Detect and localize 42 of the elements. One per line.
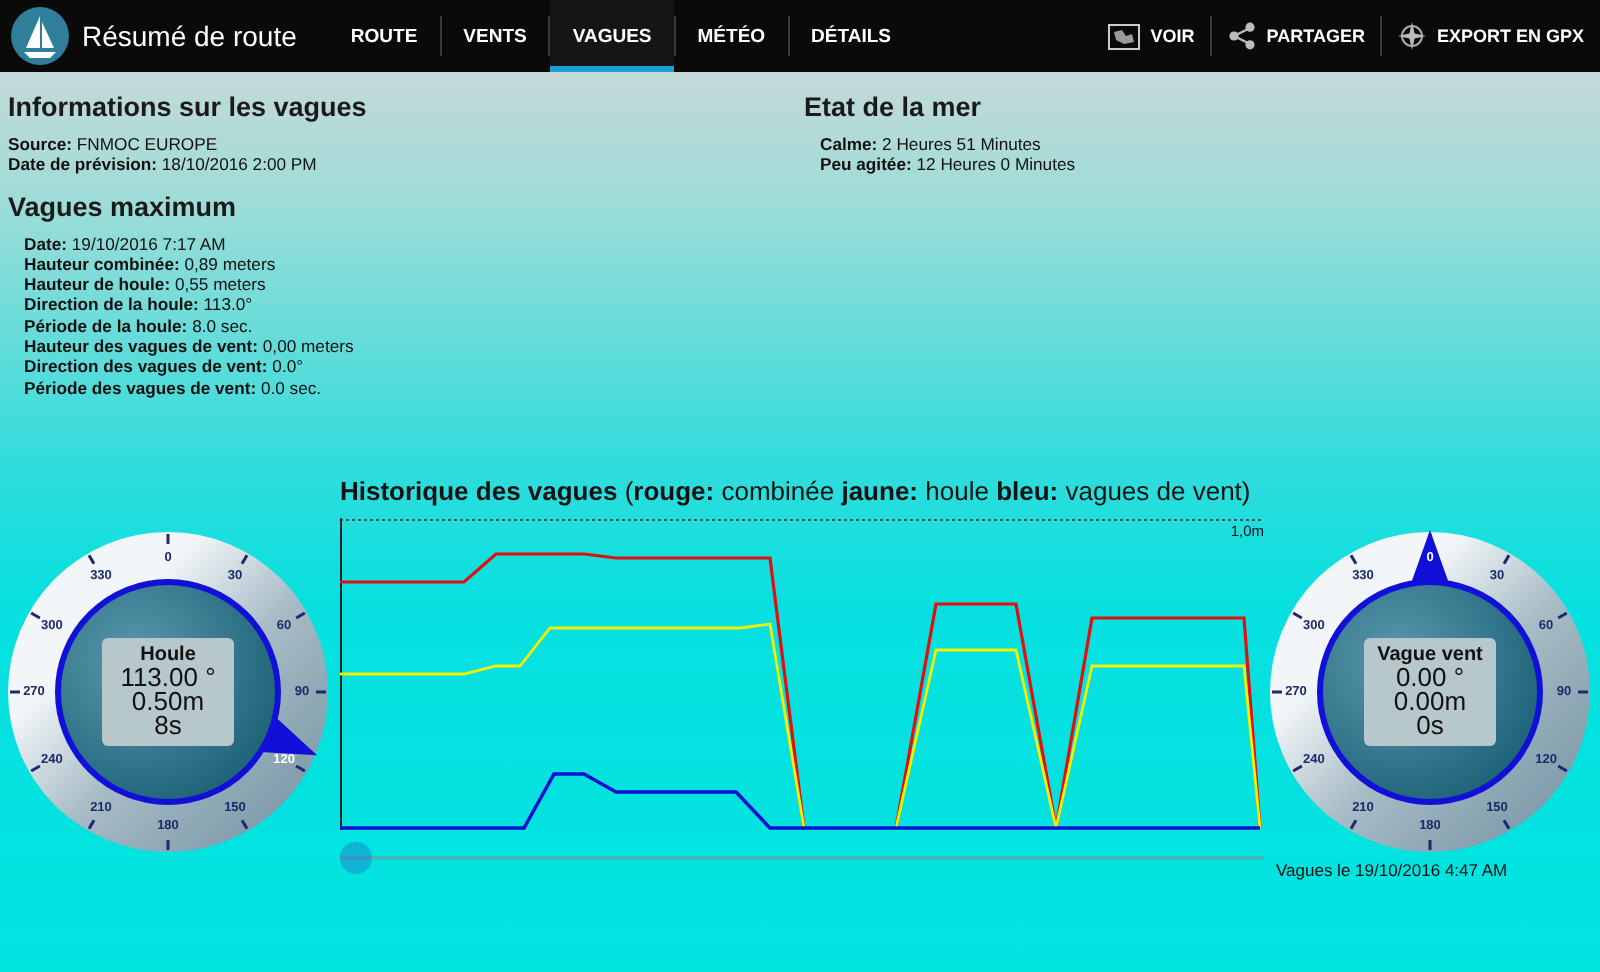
- toolbar-action[interactable]: EXPORT EN GPX: [1382, 0, 1600, 72]
- info-line: Source: FNMOC EUROPE: [8, 134, 220, 155]
- info-line: Date: 19/10/2016 7:17 AM: [24, 233, 228, 254]
- timestamp: Vagues le 19/10/2016 4:47 AM: [1276, 860, 1508, 880]
- tab[interactable]: DÉTAILS: [789, 0, 913, 72]
- action-label: VOIR: [1150, 26, 1195, 46]
- toolbar-action[interactable]: VOIR: [1092, 0, 1211, 72]
- dial-title: Houle: [140, 646, 196, 666]
- info-line: Date de prévision: 18/10/2016 2:00 PM: [8, 154, 319, 176]
- info-line: Peu agitée: 12 Heures 0 Minutes: [820, 154, 1078, 176]
- chart-title: Historique des vagues (rouge: combinée jaune: houle bleu: vagues de vent): [340, 476, 1253, 506]
- sailboat-logo-icon: [10, 6, 70, 66]
- share-icon: [1228, 22, 1257, 50]
- info-line: Hauteur des vagues de vent: 0,00 meters: [24, 336, 356, 357]
- toolbar-action[interactable]: PARTAGER: [1212, 0, 1381, 72]
- direction-value: 0.00 °: [1395, 666, 1465, 690]
- section-heading: Vagues maximum: [8, 191, 239, 222]
- tab[interactable]: ROUTE: [328, 0, 440, 72]
- dial-title: Vague vent: [1377, 646, 1483, 666]
- compass-icon: [1398, 22, 1427, 50]
- tab[interactable]: MÉTÉO: [675, 0, 788, 72]
- map-icon: [1108, 23, 1141, 49]
- info-line: Période de la houle: 8.0 sec.: [24, 315, 255, 337]
- period-value: 8s: [154, 714, 182, 738]
- info-line: Direction de la houle: 113.0°: [24, 294, 255, 316]
- info-line: Hauteur de houle: 0,55 meters: [24, 274, 268, 295]
- period-value: 0s: [1416, 714, 1444, 738]
- action-label: PARTAGER: [1266, 26, 1365, 46]
- direction-value: 113.00 °: [120, 666, 216, 690]
- height-value: 0.00m: [1393, 690, 1467, 714]
- app-title: Résumé de route: [82, 20, 297, 52]
- info-line: Période des vagues de vent: 0.0 sec.: [24, 377, 324, 398]
- section-heading: Etat de la mer: [804, 92, 984, 122]
- info-line: Calme: 2 Heures 51 Minutes: [820, 134, 1043, 155]
- tab[interactable]: VENTS: [441, 0, 549, 72]
- height-value: 0.50m: [131, 690, 205, 714]
- section-heading: Informations sur les vagues: [8, 92, 369, 122]
- info-line: Hauteur combinée: 0,89 meters: [24, 253, 278, 275]
- tab[interactable]: VAGUES: [550, 0, 674, 72]
- action-label: EXPORT EN GPX: [1436, 26, 1584, 46]
- info-line: Direction des vagues de vent: 0.0°: [24, 356, 306, 378]
- slider-handle[interactable]: [340, 842, 372, 874]
